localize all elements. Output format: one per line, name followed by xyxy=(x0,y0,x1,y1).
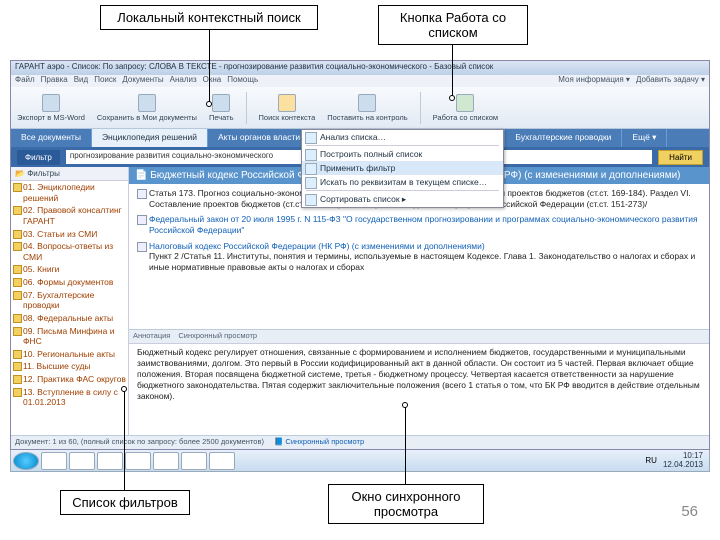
system-clock[interactable]: 10:1712.04.2013 xyxy=(659,452,707,470)
filters-sidebar: 📂 Фильтры 01. Энциклопедии решений 02. П… xyxy=(11,167,129,435)
filter-item[interactable]: 02. Правовой консалтинг ГАРАНТ xyxy=(11,204,128,227)
tab-more[interactable]: Ещё ▾ xyxy=(622,129,667,147)
callout-context-search: Локальный контекстный поиск xyxy=(100,5,318,30)
menu-add-task[interactable]: Добавить задачу ▾ xyxy=(636,75,705,87)
menu-edit[interactable]: Правка xyxy=(41,75,68,87)
tab-all-docs[interactable]: Все документы xyxy=(11,129,92,147)
task-tile[interactable] xyxy=(153,452,179,470)
menu-view[interactable]: Вид xyxy=(74,75,88,87)
filter-item[interactable]: 07. Бухгалтерские проводки xyxy=(11,289,128,312)
list-icon xyxy=(456,94,474,112)
filter-item[interactable]: 04. Вопросы-ответы из СМИ xyxy=(11,240,128,263)
sync-view-panel: Бюджетный кодекс регулирует отношения, с… xyxy=(129,343,709,435)
toolbar: Экспорт в MS-Word Сохранить в Мои докуме… xyxy=(11,87,709,129)
start-button[interactable] xyxy=(13,452,39,470)
filter-item[interactable]: 11. Высшие суды xyxy=(11,360,128,373)
callout-filter-list: Список фильтров xyxy=(60,490,190,515)
tab-acts[interactable]: Акты органов власти xyxy=(208,129,311,147)
task-tile[interactable] xyxy=(41,452,67,470)
menu-analysis[interactable]: Анализ xyxy=(170,75,197,87)
task-tile[interactable] xyxy=(69,452,95,470)
save-icon xyxy=(138,94,156,112)
filters-header: 📂 Фильтры xyxy=(11,167,128,181)
menu-bar[interactable]: Файл Правка Вид Поиск Документы Анализ О… xyxy=(11,75,709,87)
filter-item[interactable]: 13. Вступление в силу с 01.01.2013 xyxy=(11,386,128,409)
title-bar: ГАРАНТ аэро - Список: По запросу: СЛОВА … xyxy=(11,61,709,75)
page-number: 56 xyxy=(681,503,698,520)
filter-item[interactable]: 06. Формы документов xyxy=(11,276,128,289)
filter-item[interactable]: 10. Региональные акты xyxy=(11,348,128,361)
task-tile[interactable] xyxy=(209,452,235,470)
find-button[interactable]: Найти xyxy=(658,150,703,165)
filter-item[interactable]: 08. Федеральные акты xyxy=(11,312,128,325)
dd-sort-list[interactable]: Сортировать список ▸ xyxy=(302,192,503,207)
filter-label: Фильтр xyxy=(17,150,60,165)
export-word-button[interactable]: Экспорт в MS-Word xyxy=(17,94,85,122)
search-icon xyxy=(278,94,296,112)
result-item[interactable]: Федеральный закон от 20 июля 1995 г. N 1… xyxy=(137,214,701,235)
menu-windows[interactable]: Окна xyxy=(203,75,222,87)
menu-my-info[interactable]: Моя информация ▾ xyxy=(558,75,630,87)
list-work-button[interactable]: Работа со списком xyxy=(433,94,498,122)
tab-encyclopedia[interactable]: Энциклопедия решений xyxy=(92,129,208,147)
dd-search-requisites[interactable]: Искать по реквизитам в текущем списке… xyxy=(302,175,503,189)
status-sync-link[interactable]: 📘 Синхронный просмотр xyxy=(274,437,364,448)
flag-icon xyxy=(358,94,376,112)
callout-list-button: Кнопка Работа со списком xyxy=(378,5,528,45)
dd-build-full-list[interactable]: Построить полный список xyxy=(302,147,503,161)
callout-sync-window: Окно синхронного просмотра xyxy=(328,484,484,524)
tab-sync-view[interactable]: Синхронный просмотр xyxy=(178,331,257,342)
lang-indicator[interactable]: RU xyxy=(645,456,657,465)
menu-file[interactable]: Файл xyxy=(15,75,35,87)
menu-help[interactable]: Помощь xyxy=(227,75,258,87)
app-window: ГАРАНТ аэро - Список: По запросу: СЛОВА … xyxy=(10,60,710,450)
sync-tabs: Аннотация Синхронный просмотр xyxy=(129,329,709,343)
task-tile[interactable] xyxy=(125,452,151,470)
menu-documents[interactable]: Документы xyxy=(122,75,163,87)
filter-item[interactable]: 09. Письма Минфина и ФНС xyxy=(11,325,128,348)
word-icon xyxy=(42,94,60,112)
task-tile[interactable] xyxy=(97,452,123,470)
result-item[interactable]: Налоговый кодекс Российской Федерации (Н… xyxy=(137,241,701,273)
dd-analyze-list[interactable]: Анализ списка… xyxy=(302,130,503,144)
context-search-button[interactable]: Поиск контекста xyxy=(259,94,316,122)
dd-apply-filter[interactable]: Применить фильтр xyxy=(302,161,503,175)
print-icon xyxy=(212,94,230,112)
list-work-dropdown: Анализ списка… Построить полный список П… xyxy=(301,129,504,208)
status-doc-count: Документ: 1 из 60, (полный список по зап… xyxy=(15,437,264,448)
filter-item[interactable]: 01. Энциклопедии решений xyxy=(11,181,128,204)
tab-annotation[interactable]: Аннотация xyxy=(133,331,170,342)
save-mydocs-button[interactable]: Сохранить в Мои документы xyxy=(97,94,197,122)
menu-search[interactable]: Поиск xyxy=(94,75,116,87)
task-tile[interactable] xyxy=(181,452,207,470)
status-bar: Документ: 1 из 60, (полный список по зап… xyxy=(11,435,709,449)
filter-item[interactable]: 12. Практика ФАС округов xyxy=(11,373,128,386)
tab-accounting[interactable]: Бухгалтерские проводки xyxy=(505,129,622,147)
filter-item[interactable]: 03. Статьи из СМИ xyxy=(11,228,128,241)
windows-taskbar[interactable]: RU 10:1712.04.2013 xyxy=(10,450,710,472)
filter-item[interactable]: 05. Книги xyxy=(11,263,128,276)
print-button[interactable]: Печать xyxy=(209,94,234,122)
set-control-button[interactable]: Поставить на контроль xyxy=(327,94,407,122)
